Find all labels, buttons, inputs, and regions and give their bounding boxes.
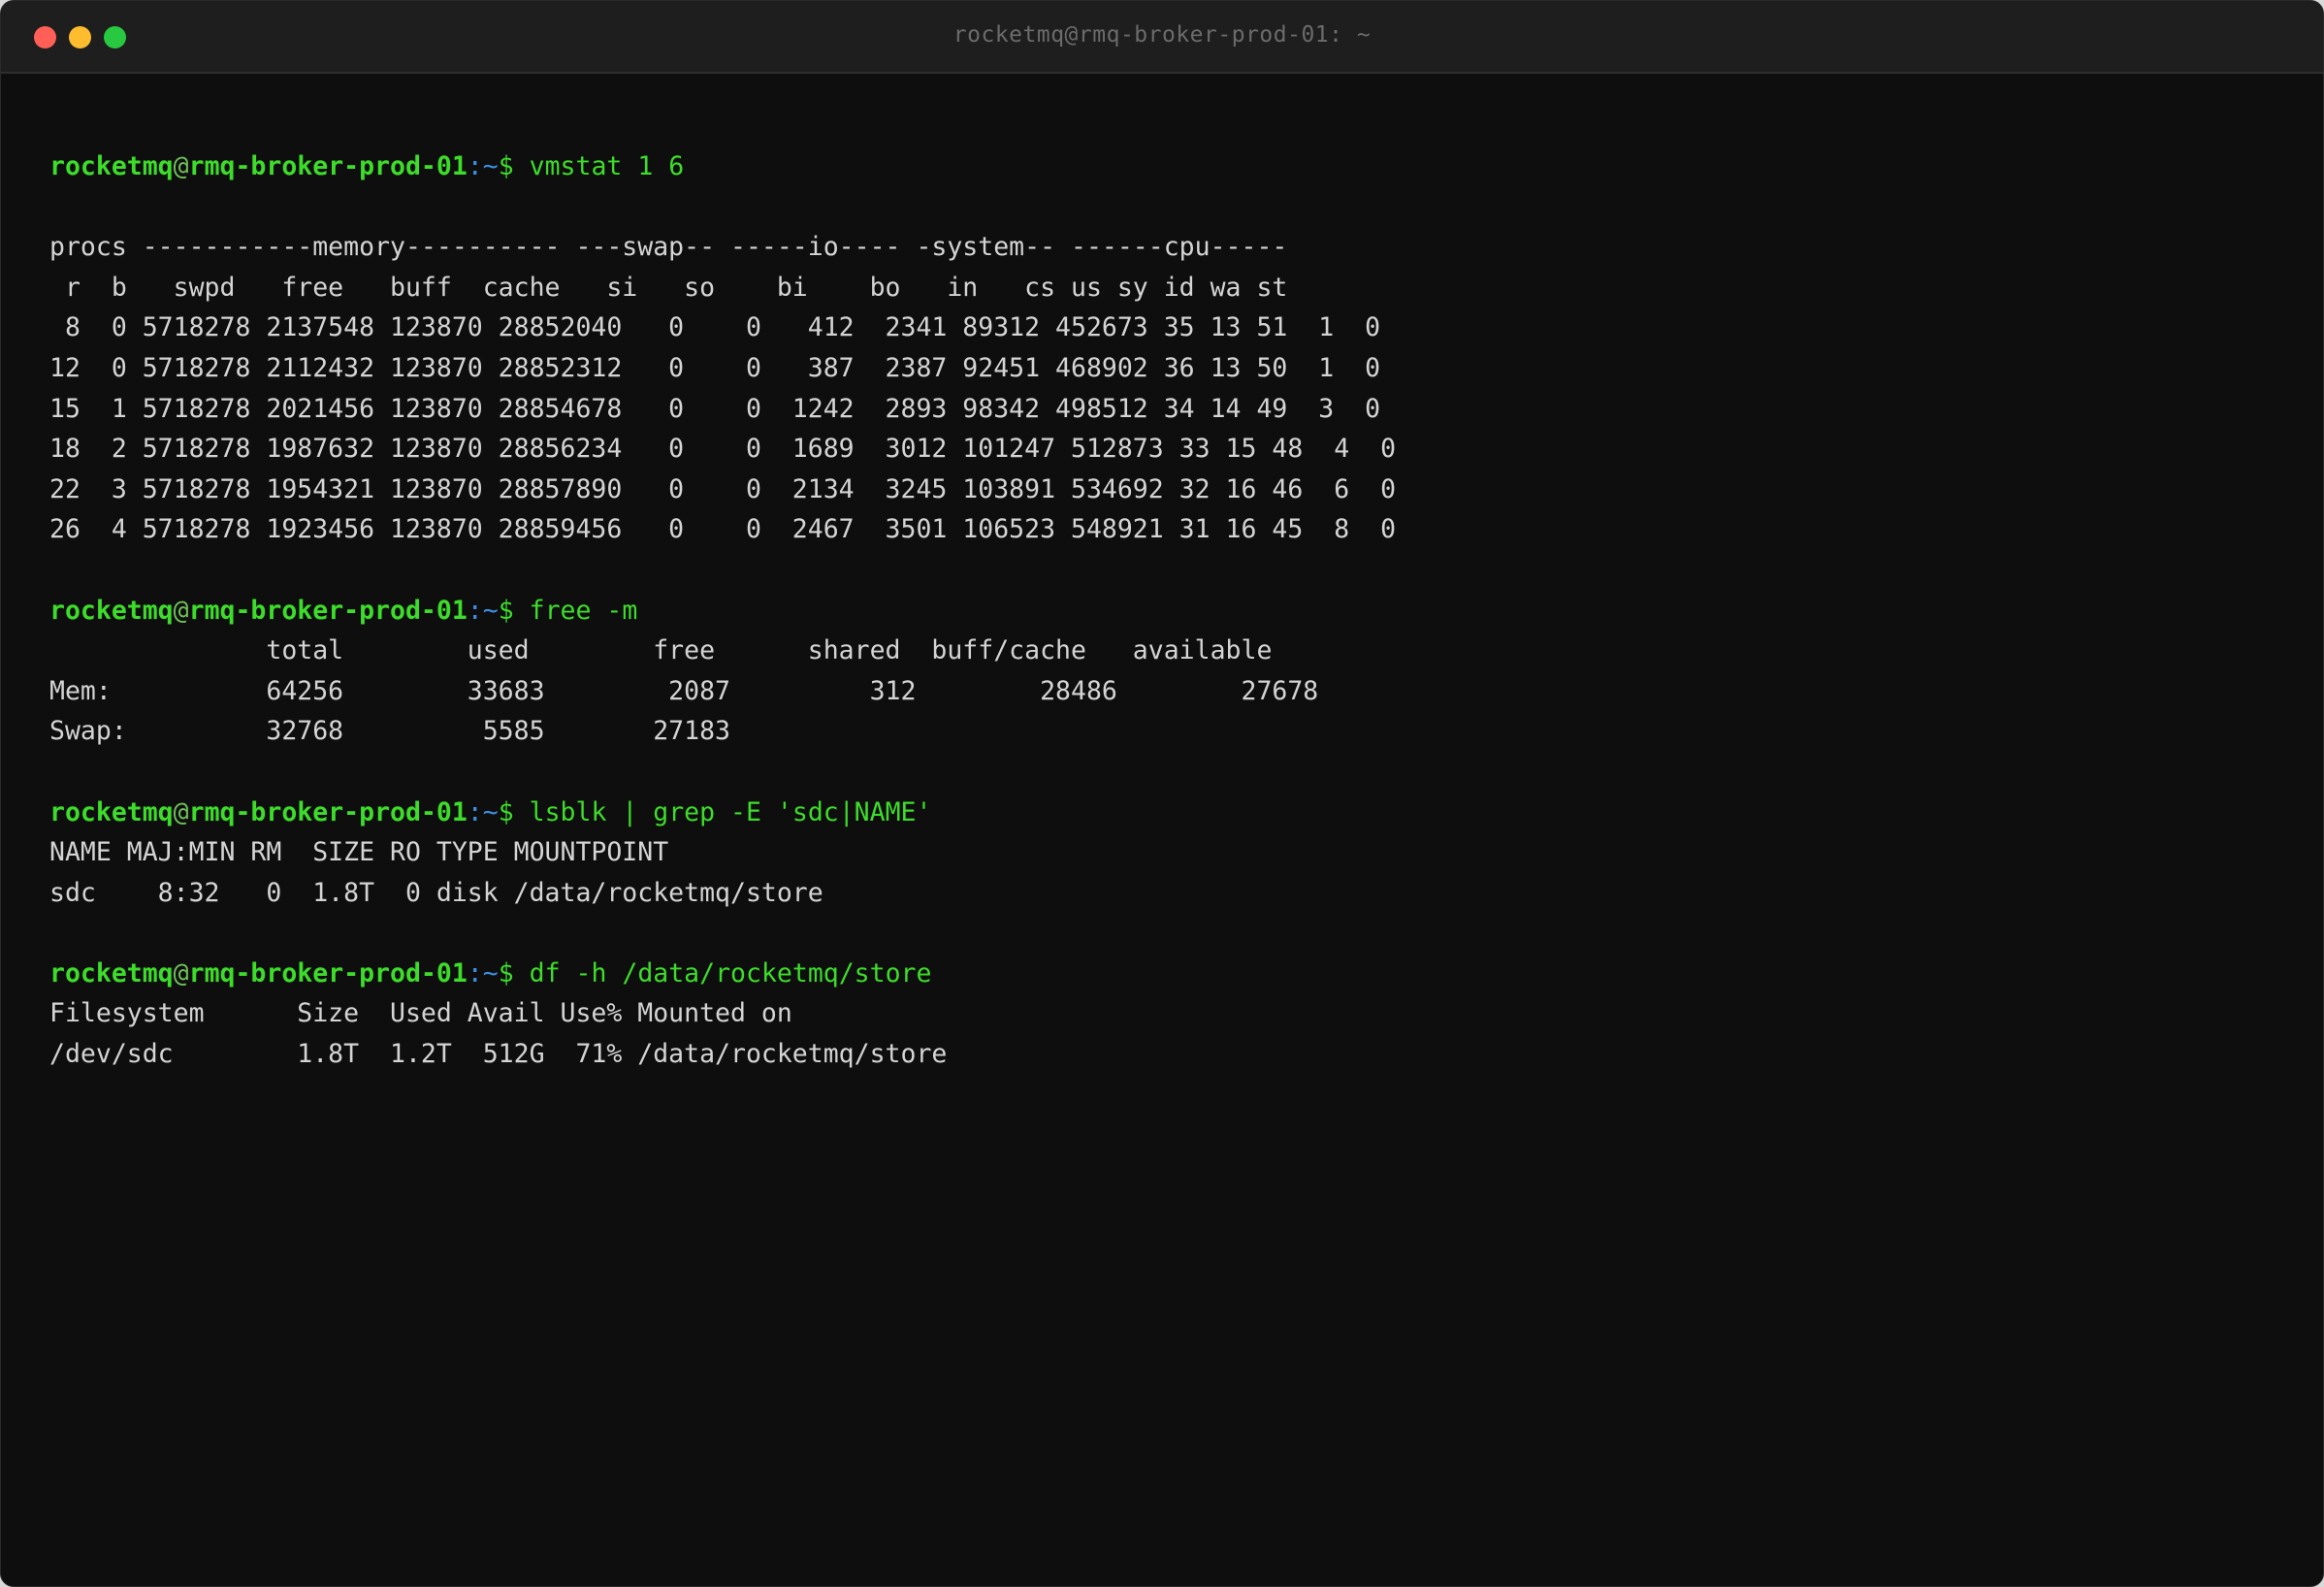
prompt-dollar: $ — [498, 595, 530, 626]
output-line: Filesystem Size Used Avail Use% Mounted … — [49, 998, 792, 1029]
prompt-dollar: $ — [498, 796, 530, 827]
prompt-dollar: $ — [498, 151, 530, 181]
prompt-host: rmq-broker-prod-01 — [188, 151, 468, 181]
prompt-at-sign: @ — [173, 796, 189, 827]
output-line: 18 2 5718278 1987632 123870 28856234 0 0… — [49, 434, 1397, 465]
command-text: vmstat 1 6 — [529, 151, 685, 181]
prompt-line: rocketmq@rmq-broker-prod-01:~$ vmstat 1 … — [49, 146, 2284, 187]
command-text: df -h /data/rocketmq/store — [529, 957, 932, 988]
output-line: NAME MAJ:MIN RM SIZE RO TYPE MOUNTPOINT — [49, 837, 669, 868]
prompt-path: :~ — [467, 595, 499, 626]
output-line: 12 0 5718278 2112432 123870 28852312 0 0… — [49, 352, 1381, 383]
prompt-host: rmq-broker-prod-01 — [188, 595, 468, 626]
prompt-user: rocketmq — [49, 796, 174, 827]
prompt-line: rocketmq@rmq-broker-prod-01:~$ lsblk | g… — [49, 793, 2284, 833]
prompt-dollar: $ — [498, 957, 530, 988]
output-line: 15 1 5718278 2021456 123870 28854678 0 0… — [49, 393, 1381, 424]
output-line: Swap: 32768 5585 27183 — [49, 716, 730, 747]
prompt-host: rmq-broker-prod-01 — [188, 957, 468, 988]
output-line: Mem: 64256 33683 2087 312 28486 27678 — [49, 675, 1319, 706]
output-line: 22 3 5718278 1954321 123870 28857890 0 0… — [49, 473, 1397, 504]
prompt-line: rocketmq@rmq-broker-prod-01:~$ free -m — [49, 591, 2284, 632]
output-line: procs -----------memory---------- ---swa… — [49, 232, 1288, 263]
prompt-host: rmq-broker-prod-01 — [188, 796, 468, 827]
prompt-at-sign: @ — [173, 595, 189, 626]
prompt-path: :~ — [467, 796, 499, 827]
prompt-path: :~ — [467, 957, 499, 988]
prompt-path: :~ — [467, 151, 499, 181]
output-line: total used free shared buff/cache availa… — [49, 635, 1273, 666]
prompt-user: rocketmq — [49, 151, 174, 181]
prompt-user: rocketmq — [49, 957, 174, 988]
title-bar[interactable]: rocketmq@rmq-broker-prod-01: ~ — [1, 1, 2323, 74]
terminal-output[interactable]: rocketmq@rmq-broker-prod-01:~$ vmstat 1 … — [49, 146, 2284, 1075]
output-line: 8 0 5718278 2137548 123870 28852040 0 0 … — [49, 312, 1381, 343]
output-line: /dev/sdc 1.8T 1.2T 512G 71% /data/rocket… — [49, 1039, 948, 1070]
output-line: 26 4 5718278 1923456 123870 28859456 0 0… — [49, 514, 1397, 545]
prompt-user: rocketmq — [49, 595, 174, 626]
output-line: sdc 8:32 0 1.8T 0 disk /data/rocketmq/st… — [49, 877, 823, 908]
output-line: r b swpd free buff cache si so bi bo in … — [49, 272, 1288, 303]
prompt-line: rocketmq@rmq-broker-prod-01:~$ df -h /da… — [49, 954, 2284, 994]
window-title: rocketmq@rmq-broker-prod-01: ~ — [952, 22, 1372, 48]
terminal-window: rocketmq@rmq-broker-prod-01: ~ rocketmq@… — [0, 0, 2324, 1587]
prompt-at-sign: @ — [173, 957, 189, 988]
command-text: lsblk | grep -E 'sdc|NAME' — [529, 796, 932, 827]
command-text: free -m — [529, 595, 638, 626]
prompt-at-sign: @ — [173, 151, 189, 181]
